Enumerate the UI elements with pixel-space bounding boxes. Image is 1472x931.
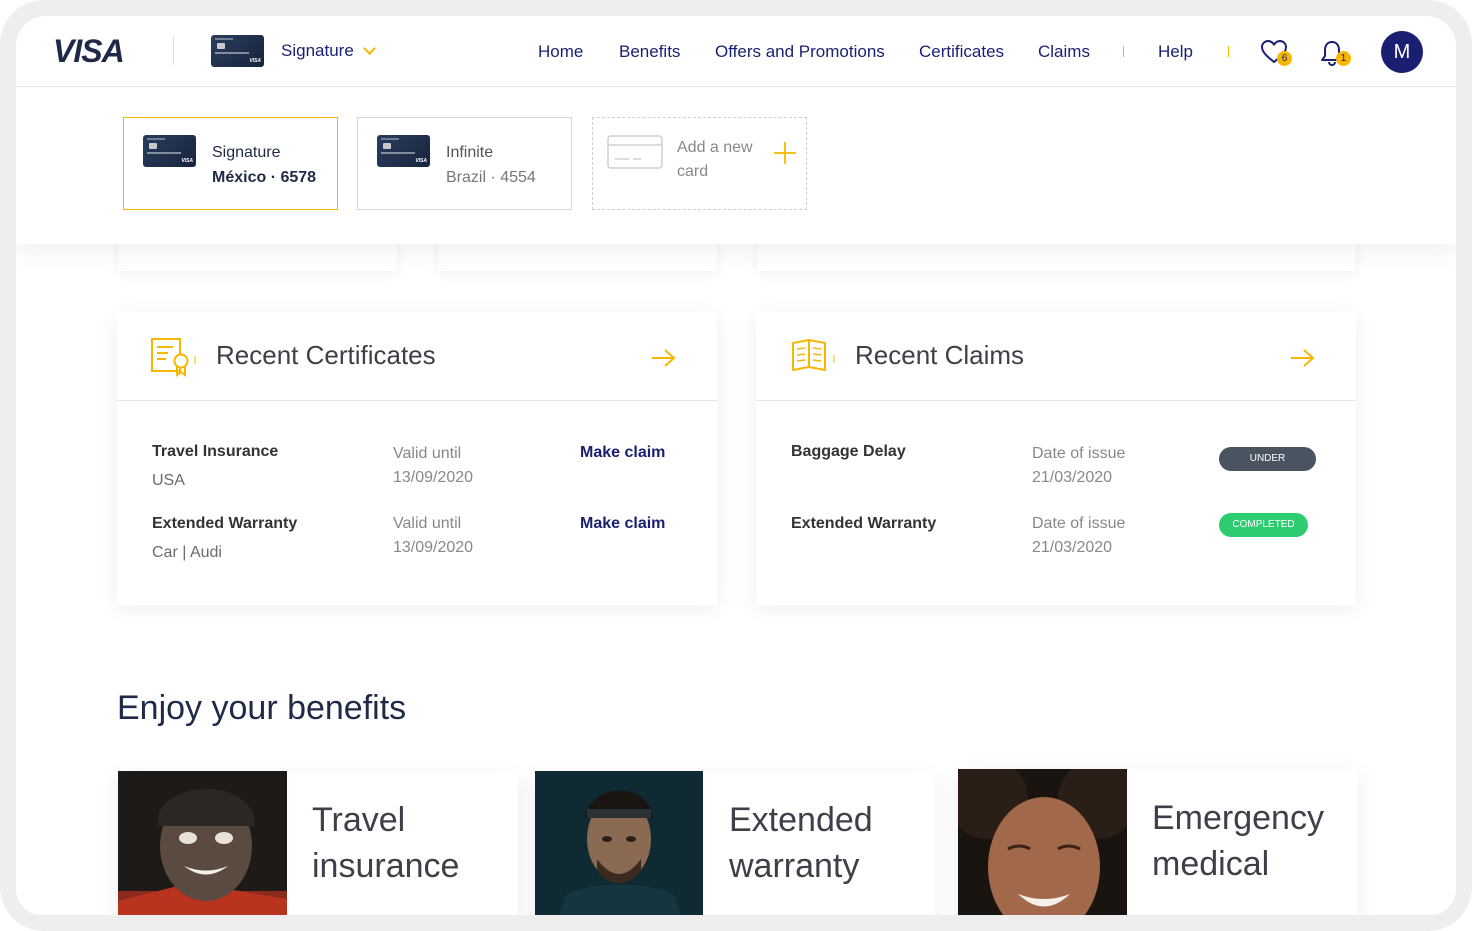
status-badge: COMPLETED [1219, 513, 1308, 537]
benefit-card-travel[interactable]: Travel insurance [118, 771, 518, 915]
open-book-icon [792, 339, 835, 371]
benefit-title: Extended warranty [729, 797, 873, 889]
certificate-detail: Car | Audi [152, 544, 222, 561]
notifications-count-badge: 1 [1336, 51, 1351, 66]
panel-title: Recent Claims [855, 340, 1025, 370]
favorites-button[interactable]: 6 [1259, 38, 1293, 68]
card-tile-infinite[interactable]: VISA Infinite Brazil · 4554 [357, 117, 572, 210]
recent-claims-panel: Recent Claims Baggage Delay Date of issu… [756, 312, 1356, 605]
card-thumbnail: VISA [377, 135, 430, 167]
chevron-down-icon[interactable] [363, 42, 376, 55]
credit-card-icon [607, 135, 663, 169]
benefit-photo [958, 769, 1127, 915]
card-number: México · 6578 [212, 169, 317, 186]
benefit-card-medical[interactable]: Emergency medical [958, 769, 1358, 915]
card-selector[interactable]: Signature [281, 41, 354, 61]
nav-home[interactable]: Home [538, 42, 583, 62]
issue-date-label: Date of issue [1032, 445, 1126, 462]
arrow-right-icon[interactable] [1290, 348, 1316, 368]
panel-title: Recent Certificates [216, 340, 436, 370]
benefit-card-warranty[interactable]: Extended warranty [535, 771, 935, 915]
arrow-right-icon[interactable] [651, 348, 677, 368]
card-number: Brazil · 4554 [446, 169, 536, 186]
nav-divider [1228, 46, 1229, 57]
validity-date: 13/09/2020 [393, 469, 474, 486]
add-card-label: card [677, 163, 709, 180]
add-card-button[interactable]: Add a new card [592, 117, 807, 210]
notifications-button[interactable]: 1 [1318, 38, 1352, 68]
issue-date: 21/03/2020 [1032, 469, 1113, 486]
benefit-title-line: insurance [312, 847, 460, 885]
issue-date: 21/03/2020 [1032, 539, 1113, 556]
card-tile-signature[interactable]: VISA Signature México · 6578 [123, 117, 338, 210]
card-name: Infinite [446, 144, 494, 161]
make-claim-link[interactable]: Make claim [580, 515, 665, 533]
certificate-name: Travel Insurance [152, 443, 279, 460]
benefit-title-line: Travel [312, 801, 406, 839]
visa-logo[interactable]: VISA [53, 33, 125, 70]
nav-benefits[interactable]: Benefits [619, 42, 680, 62]
recent-certificates-panel: Recent Certificates Travel Insurance USA… [117, 312, 717, 605]
certificate-name: Extended Warranty [152, 515, 298, 532]
validity-label: Valid until [393, 445, 462, 462]
header-divider [173, 37, 174, 65]
claim-name: Extended Warranty [791, 515, 937, 532]
nav-offers[interactable]: Offers and Promotions [715, 42, 885, 62]
device-frame: VISA VISA Signature Home Benefits Offers… [0, 0, 1472, 931]
make-claim-link[interactable]: Make claim [580, 444, 665, 462]
benefit-title: Emergency medical [1152, 795, 1324, 887]
favorites-count-badge: 6 [1277, 51, 1292, 66]
nav-certificates[interactable]: Certificates [919, 42, 1004, 62]
benefit-title: Travel insurance [312, 797, 459, 889]
card-thumbnail: VISA [143, 135, 196, 167]
benefit-title-line: medical [1152, 845, 1270, 883]
add-card-label: Add a new [677, 139, 753, 156]
panel-header: Recent Certificates [117, 312, 717, 401]
card-name: Signature [212, 144, 281, 161]
benefit-title-line: Emergency [1152, 799, 1324, 837]
certificate-icon [151, 338, 196, 377]
validity-label: Valid until [393, 515, 462, 532]
validity-date: 13/09/2020 [393, 539, 474, 556]
panel-header: Recent Claims [756, 312, 1356, 401]
status-badge: UNDER REVIEW [1219, 447, 1316, 488]
card-picker: VISA Signature México · 6578 VISA Infini… [16, 87, 1456, 244]
benefit-title-line: Extended [729, 801, 873, 839]
avatar[interactable]: M [1381, 31, 1423, 73]
nav-divider [1123, 46, 1124, 57]
certificate-detail: USA [152, 472, 185, 489]
claim-name: Baggage Delay [791, 443, 906, 460]
issue-date-label: Date of issue [1032, 515, 1126, 532]
screen: VISA VISA Signature Home Benefits Offers… [16, 16, 1456, 915]
selected-card-thumbnail[interactable]: VISA [211, 35, 264, 67]
top-header: VISA VISA Signature Home Benefits Offers… [16, 16, 1456, 87]
benefit-photo [118, 771, 287, 915]
nav-claims[interactable]: Claims [1038, 42, 1090, 62]
plus-icon [774, 142, 796, 164]
benefit-photo [535, 771, 703, 915]
section-title: Enjoy your benefits [117, 689, 407, 727]
benefit-title-line: warranty [729, 847, 860, 885]
nav-help[interactable]: Help [1158, 42, 1193, 62]
